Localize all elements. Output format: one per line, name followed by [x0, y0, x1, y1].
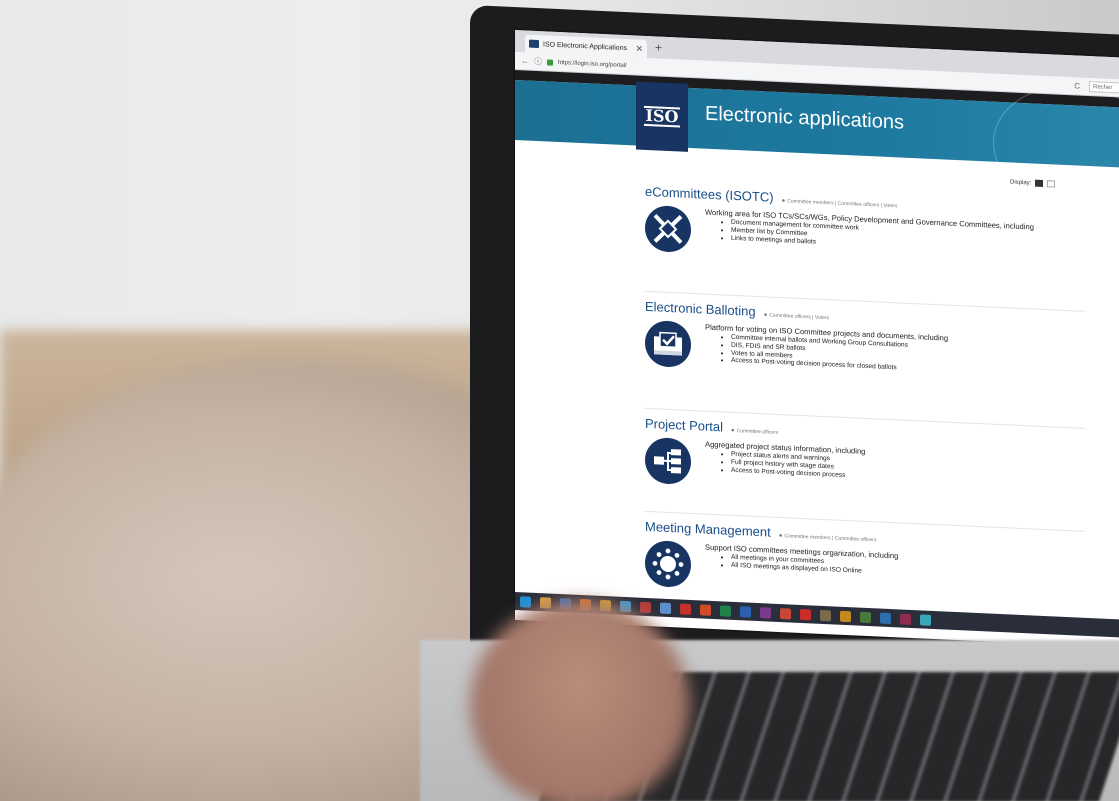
section-project-portal: Project Portal ● Committee officers Aggre… — [645, 416, 1085, 503]
section-roles: Committee officers | Voters — [769, 312, 830, 322]
paint-icon[interactable] — [640, 601, 651, 613]
hierarchy-icon[interactable] — [645, 436, 691, 485]
powerpoint-icon[interactable] — [700, 603, 711, 616]
back-arrow-icon[interactable]: ← — [521, 56, 529, 65]
filezilla-icon[interactable] — [680, 602, 691, 615]
close-tab-icon[interactable]: ✕ — [635, 43, 643, 54]
excel-icon[interactable] — [720, 604, 731, 617]
section-title[interactable]: Electronic Balloting — [645, 299, 756, 319]
logo-text: ISO — [643, 105, 681, 128]
list-view-icon[interactable] — [1035, 179, 1044, 187]
section-title[interactable]: eCommittees (ISOTC) — [645, 184, 774, 205]
meeting-table-icon[interactable] — [645, 539, 691, 588]
photo-scene: ISO Electronic Applications ✕ + ← ⓘ http… — [0, 0, 1119, 801]
person-hand — [470, 600, 690, 801]
iso-logo[interactable]: ISO — [636, 81, 688, 152]
section-ecommittees: eCommittees (ISOTC) ● Committee members |… — [645, 184, 1085, 271]
new-tab-button[interactable]: + — [655, 40, 662, 54]
app-icon-4[interactable] — [880, 612, 891, 624]
section-roles: Committee members | Committee officers — [784, 533, 877, 544]
windows-start-icon[interactable] — [520, 595, 531, 608]
app-icon[interactable] — [820, 609, 831, 621]
app-icon-2[interactable] — [840, 610, 851, 622]
tool-icon[interactable] — [780, 607, 791, 620]
section-balloting: Electronic Balloting ● Committee officers… — [645, 299, 1085, 386]
acrobat-icon[interactable] — [800, 608, 811, 620]
section-roles: Committee officers — [736, 428, 779, 436]
onenote-icon[interactable] — [760, 606, 771, 619]
app-icon-3[interactable] — [860, 611, 871, 623]
user-icon: ● — [763, 312, 768, 319]
user-icon: ● — [731, 427, 735, 434]
lock-icon — [547, 58, 553, 66]
iso-favicon-icon — [529, 39, 539, 49]
section-meeting-management: Meeting Management ● Committee members | … — [645, 519, 1085, 606]
display-label: Display: — [1010, 178, 1032, 186]
tab-title: ISO Electronic Applications — [543, 40, 628, 52]
app-icon-6[interactable] — [920, 613, 931, 626]
app-icon-5[interactable] — [900, 612, 911, 625]
user-icon: ● — [781, 198, 786, 205]
info-icon[interactable]: ⓘ — [534, 56, 542, 67]
ballot-box-icon[interactable] — [645, 319, 691, 368]
section-title[interactable]: Meeting Management — [645, 519, 771, 540]
section-roles: Committee members | Committee officers |… — [787, 198, 898, 210]
section-title[interactable]: Project Portal — [645, 416, 723, 435]
word-icon[interactable] — [740, 605, 751, 618]
notepad-icon[interactable] — [660, 602, 671, 614]
grid-view-icon[interactable] — [1047, 180, 1056, 188]
compass-arrows-icon[interactable] — [645, 204, 691, 253]
laptop-screen: ISO Electronic Applications ✕ + ← ⓘ http… — [515, 30, 1119, 649]
user-icon: ● — [778, 532, 783, 540]
